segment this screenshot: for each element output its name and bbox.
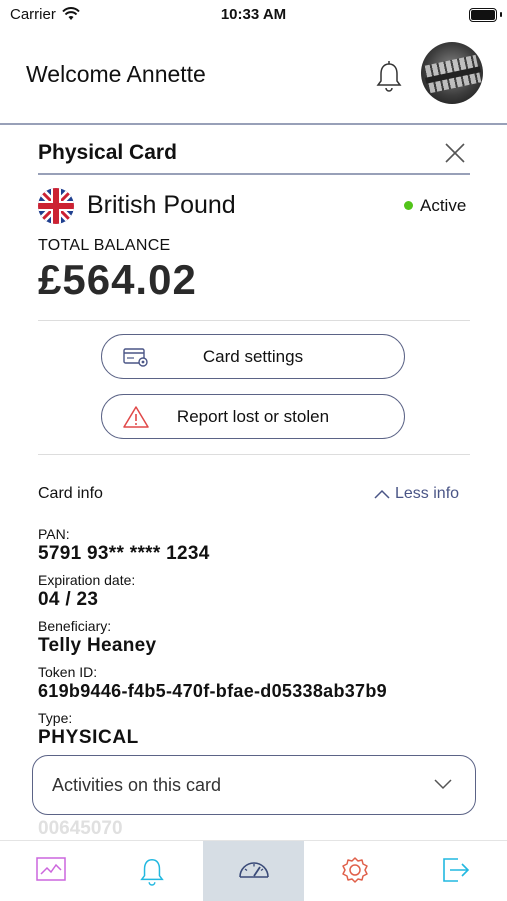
bell-icon[interactable] — [374, 60, 404, 92]
panel-title: Physical Card — [38, 141, 177, 164]
less-info-toggle[interactable]: Less info — [373, 485, 459, 503]
status-indicator — [404, 201, 413, 210]
currency-name: British Pound — [87, 191, 236, 219]
app-header: Welcome Annette — [0, 30, 507, 125]
report-lost-label: Report lost or stolen — [176, 407, 330, 426]
battery-cap — [500, 12, 502, 17]
tab-logout[interactable] — [405, 841, 506, 901]
close-icon[interactable] — [444, 142, 466, 164]
notifications-icon — [139, 859, 164, 886]
settings-icon — [341, 857, 368, 883]
type-label: Type: — [38, 710, 73, 726]
dashboard-icon — [238, 862, 269, 878]
beneficiary-value: Telly Heaney — [38, 635, 157, 656]
tab-dashboard[interactable] — [203, 841, 304, 901]
pan-label: PAN: — [38, 526, 70, 542]
balance-label: TOTAL BALANCE — [38, 237, 171, 254]
title-divider — [38, 173, 470, 175]
expiration-value: 04 / 23 — [38, 589, 99, 610]
token-id-label: Token ID: — [38, 664, 98, 680]
status-bar: Carrier 10:33 AM — [0, 0, 507, 30]
welcome-title: Welcome Annette — [26, 61, 206, 87]
chevron-up-icon — [374, 489, 390, 499]
card-settings-button[interactable]: Card settings — [101, 334, 405, 379]
activities-label: Activities on this card — [52, 775, 222, 795]
tab-analytics[interactable] — [0, 841, 101, 901]
battery-icon — [469, 8, 497, 22]
tab-settings[interactable] — [304, 841, 405, 901]
type-value: PHYSICAL — [38, 727, 139, 748]
token-id-value: 619b9446-f4b5-470f-bfae-d05338ab37b9 — [38, 681, 387, 701]
uk-flag-icon — [38, 188, 74, 224]
balance-amount: £564.02 — [38, 256, 197, 303]
avatar[interactable] — [421, 42, 483, 104]
report-lost-button[interactable]: Report lost or stolen — [101, 394, 405, 439]
divider — [38, 320, 470, 321]
pan-value: 5791 93** **** 1234 — [38, 543, 210, 564]
card-status: Active — [420, 196, 467, 215]
partial-scroll-text: 00645070 — [38, 818, 123, 839]
activities-dropdown[interactable]: Activities on this card — [32, 755, 476, 815]
tab-notifications[interactable] — [101, 841, 202, 901]
analytics-icon — [35, 857, 66, 881]
clock: 10:33 AM — [220, 6, 287, 23]
card-settings-label: Card settings — [202, 347, 304, 366]
tab-bar — [0, 840, 507, 901]
less-info-label: Less info — [395, 485, 460, 502]
expiration-label: Expiration date: — [38, 572, 136, 588]
beneficiary-label: Beneficiary: — [38, 618, 112, 634]
card-info-heading: Card info — [38, 485, 103, 502]
chevron-down-icon — [434, 779, 452, 790]
divider — [38, 454, 470, 455]
logout-icon — [442, 858, 469, 882]
